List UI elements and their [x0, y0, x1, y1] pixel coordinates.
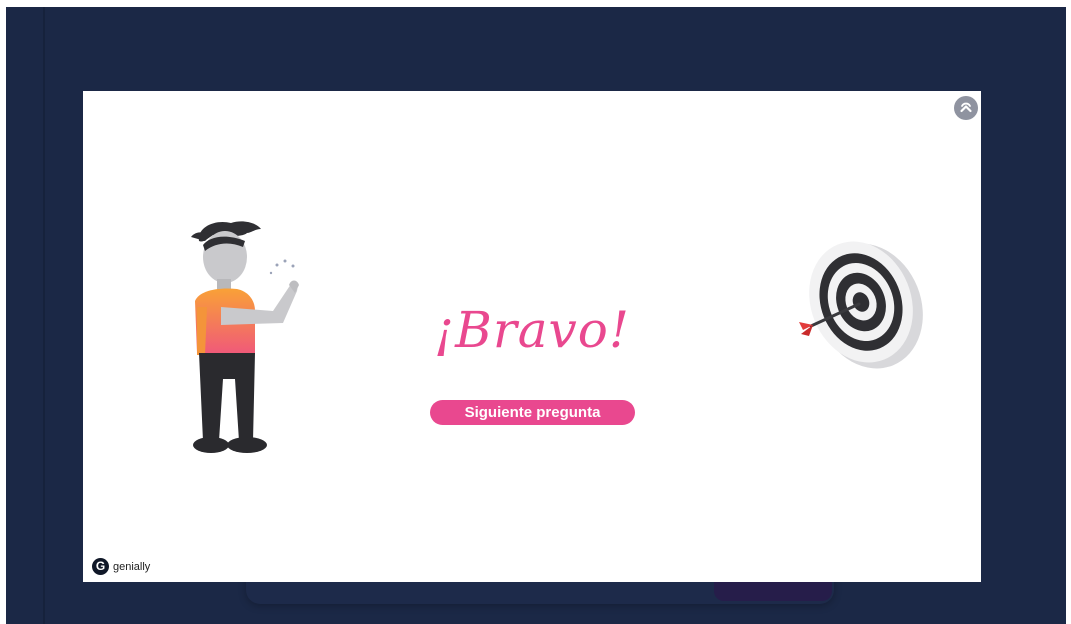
feedback-modal: ¡Bravo! Siguiente pregunta G genially — [83, 91, 981, 582]
success-headline: ¡Bravo! — [434, 301, 630, 359]
brand-watermark[interactable]: G genially — [92, 558, 150, 575]
backdrop-divider — [43, 7, 45, 624]
genially-logo-icon: G — [92, 558, 109, 575]
brand-name: genially — [113, 560, 151, 573]
close-icon[interactable] — [954, 96, 978, 120]
next-question-button[interactable]: Siguiente pregunta — [430, 400, 635, 425]
